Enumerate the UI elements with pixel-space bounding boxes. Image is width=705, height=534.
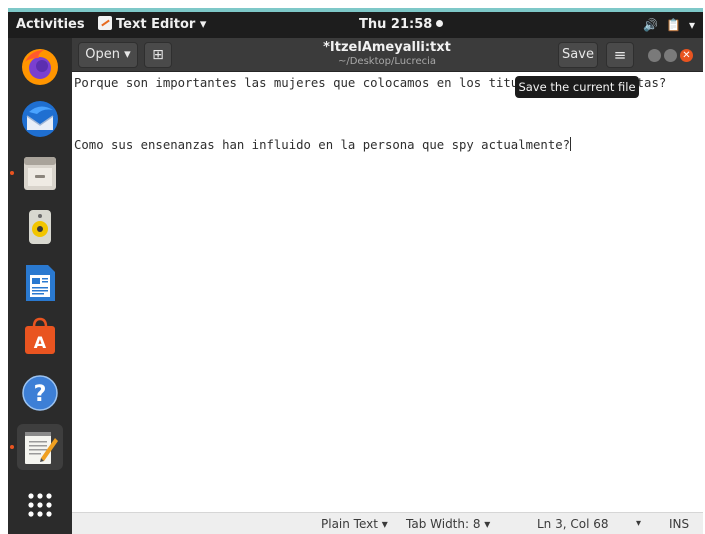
hamburger-menu-button[interactable]: ≡ [606, 42, 634, 68]
dock-text-editor[interactable] [17, 424, 63, 470]
files-icon [24, 157, 56, 190]
close-icon: ✕ [682, 50, 691, 61]
close-button[interactable]: ✕ [680, 49, 693, 62]
minimize-button[interactable] [648, 49, 661, 62]
software-center-icon: A [25, 317, 55, 354]
dock-firefox[interactable] [17, 44, 63, 90]
dock: A ? [8, 38, 72, 534]
firefox-icon [22, 49, 58, 85]
save-tooltip: Save the current file [515, 76, 639, 98]
help-icon: ? [22, 375, 58, 411]
system-tray[interactable]: 🔊 📋 ▾ [635, 12, 695, 38]
running-indicator [10, 171, 14, 175]
thunderbird-icon [22, 101, 58, 137]
text-editor-small-icon [98, 16, 112, 30]
text-editor-icon [25, 432, 58, 464]
text-editing-area[interactable]: Porque son importantes las mujeres que c… [72, 72, 703, 512]
window-title: *ItzelAmeyalli:txt [323, 40, 451, 55]
svg-text:?: ? [34, 382, 47, 407]
window-subtitle: ~/Desktop/Lucrecia [337, 56, 437, 67]
dock-software[interactable]: A [17, 314, 63, 360]
text-line-3: Como sus ensenanzas han influido en la p… [74, 136, 572, 154]
text-line-3-content: Como sus ensenanzas han influido en la p… [74, 138, 571, 152]
clock[interactable]: Thu 21:58 [359, 12, 444, 38]
text-editor-window: Open ▾ ⊞ *ItzelAmeyalli:txt ~/Desktop/Lu… [72, 38, 703, 534]
language-selector[interactable]: Plain Text ▾ [321, 513, 388, 534]
chevron-down-icon: ▾ [124, 47, 131, 62]
running-indicator [10, 445, 14, 449]
dock-rhythmbox[interactable] [17, 204, 63, 250]
svg-text:A: A [34, 333, 47, 352]
chevron-down-icon[interactable]: ▾ [636, 513, 641, 534]
cursor-position[interactable]: Ln 3, Col 68 [537, 513, 609, 534]
new-document-button[interactable]: ⊞ [144, 42, 172, 68]
dock-files[interactable] [17, 150, 63, 196]
activities-button[interactable]: Activities [16, 12, 85, 38]
new-document-icon: ⊞ [152, 47, 164, 63]
open-label: Open [85, 47, 121, 62]
clipboard-icon: 📋 [666, 18, 681, 32]
top-bar: Activities Text Editor ▾ Thu 21:58 🔊 📋 ▾ [8, 12, 703, 38]
tab-width-selector[interactable]: Tab Width: 8 ▾ [406, 513, 490, 534]
rhythmbox-icon [29, 210, 51, 244]
maximize-button[interactable] [664, 49, 677, 62]
hamburger-icon: ≡ [613, 46, 627, 64]
apps-grid-icon [28, 493, 52, 517]
open-button[interactable]: Open ▾ [78, 42, 138, 68]
insert-mode-indicator[interactable]: INS [669, 513, 689, 534]
window-title-block: *ItzelAmeyalli:txt ~/Desktop/Lucrecia [282, 40, 492, 68]
app-menu-button[interactable]: Text Editor ▾ [98, 12, 206, 38]
dock-thunderbird[interactable] [17, 96, 63, 142]
writer-icon [26, 265, 55, 301]
chevron-down-icon: ▾ [688, 18, 695, 32]
dock-writer[interactable] [17, 260, 63, 306]
volume-icon: 🔊 [643, 18, 659, 32]
status-bar: Plain Text ▾ Tab Width: 8 ▾ Ln 3, Col 68… [72, 512, 703, 534]
chevron-down-icon: ▾ [199, 17, 207, 32]
header-bar: Open ▾ ⊞ *ItzelAmeyalli:txt ~/Desktop/Lu… [72, 38, 703, 72]
app-menu-label: Text Editor [116, 17, 196, 32]
dock-show-applications[interactable] [17, 482, 63, 528]
clock-label: Thu 21:58 [359, 17, 433, 32]
save-button[interactable]: Save [558, 42, 598, 68]
notification-dot-icon [436, 20, 444, 27]
dock-help[interactable]: ? [17, 370, 63, 416]
text-cursor [570, 137, 572, 151]
